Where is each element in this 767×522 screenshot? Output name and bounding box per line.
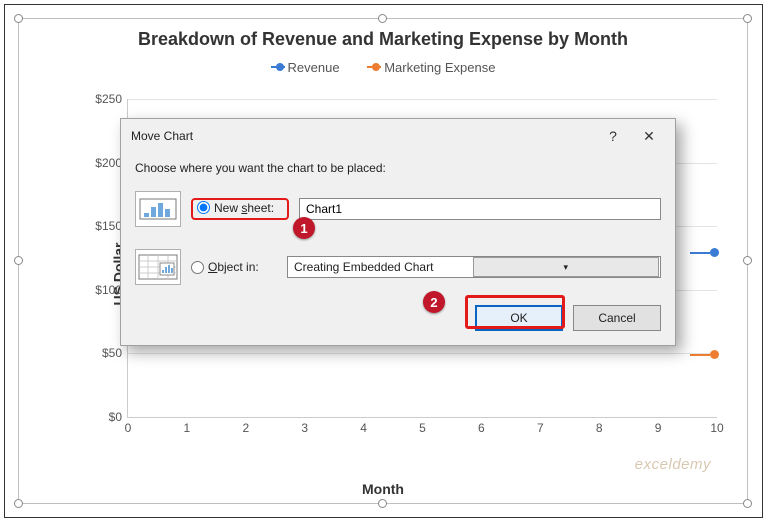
- legend-label: Marketing Expense: [384, 60, 495, 75]
- highlight-ok: [465, 295, 565, 329]
- x-tick: 7: [537, 417, 544, 435]
- watermark: exceldemy: [635, 456, 711, 473]
- selection-handle[interactable]: [14, 256, 23, 265]
- legend-marker-marketing: [367, 63, 378, 71]
- series-revenue-peek: [690, 248, 719, 257]
- series-marketing-peek: [690, 350, 719, 359]
- object-in-combo[interactable]: Creating Embedded Chart ▾: [287, 256, 661, 278]
- selection-handle[interactable]: [743, 14, 752, 23]
- dialog-close-button[interactable]: ✕: [631, 125, 667, 147]
- option-object-in-row: Object in: Creating Embedded Chart ▾: [135, 249, 661, 285]
- x-tick: 5: [419, 417, 426, 435]
- dialog-prompt: Choose where you want the chart to be pl…: [135, 157, 661, 185]
- legend-label: Revenue: [288, 60, 340, 75]
- radio-object-in-input[interactable]: [191, 261, 204, 274]
- x-tick: 0: [125, 417, 132, 435]
- object-in-icon: [135, 249, 181, 285]
- legend-item-revenue[interactable]: Revenue: [271, 60, 340, 75]
- chart-title[interactable]: Breakdown of Revenue and Marketing Expen…: [19, 19, 747, 56]
- x-tick: 3: [301, 417, 308, 435]
- radio-new-sheet-label: New sheet:: [214, 201, 274, 215]
- object-in-value: Creating Embedded Chart: [288, 260, 473, 274]
- legend-marker-revenue: [271, 63, 282, 71]
- option-new-sheet-row: New sheet:: [135, 191, 661, 227]
- x-tick: 9: [655, 417, 662, 435]
- highlight-new-sheet: New sheet:: [191, 198, 289, 221]
- dialog-button-row: OK Cancel: [135, 299, 661, 331]
- x-axis-title[interactable]: Month: [362, 481, 404, 497]
- selection-handle[interactable]: [743, 256, 752, 265]
- annotation-badge-2: 2: [423, 291, 445, 313]
- selection-handle[interactable]: [14, 14, 23, 23]
- legend-item-marketing[interactable]: Marketing Expense: [367, 60, 495, 75]
- x-tick: 4: [360, 417, 367, 435]
- selection-handle[interactable]: [378, 14, 387, 23]
- chevron-down-icon[interactable]: ▾: [473, 257, 660, 277]
- dialog-help-button[interactable]: ?: [595, 125, 631, 147]
- x-tick: 6: [478, 417, 485, 435]
- chart-legend[interactable]: Revenue Marketing Expense: [19, 56, 747, 81]
- radio-new-sheet-input[interactable]: [197, 201, 210, 214]
- radio-object-in-label: Object in:: [208, 260, 259, 274]
- dialog-titlebar[interactable]: Move Chart ? ✕: [121, 119, 675, 153]
- new-sheet-icon: [135, 191, 181, 227]
- move-chart-dialog: Move Chart ? ✕ Choose where you want the…: [120, 118, 676, 346]
- selection-handle[interactable]: [743, 499, 752, 508]
- x-tick: 10: [710, 417, 723, 435]
- y-tick: $250: [95, 92, 128, 106]
- radio-new-sheet[interactable]: New sheet:: [197, 201, 283, 215]
- x-tick: 8: [596, 417, 603, 435]
- selection-handle[interactable]: [14, 499, 23, 508]
- annotation-badge-1: 1: [293, 217, 315, 239]
- x-tick: 2: [242, 417, 249, 435]
- x-tick: 1: [184, 417, 191, 435]
- selection-handle[interactable]: [378, 499, 387, 508]
- new-sheet-name-input[interactable]: [299, 198, 661, 220]
- cancel-button[interactable]: Cancel: [573, 305, 661, 331]
- y-tick: $50: [102, 346, 128, 360]
- dialog-title: Move Chart: [131, 129, 595, 143]
- radio-object-in[interactable]: Object in:: [191, 260, 277, 274]
